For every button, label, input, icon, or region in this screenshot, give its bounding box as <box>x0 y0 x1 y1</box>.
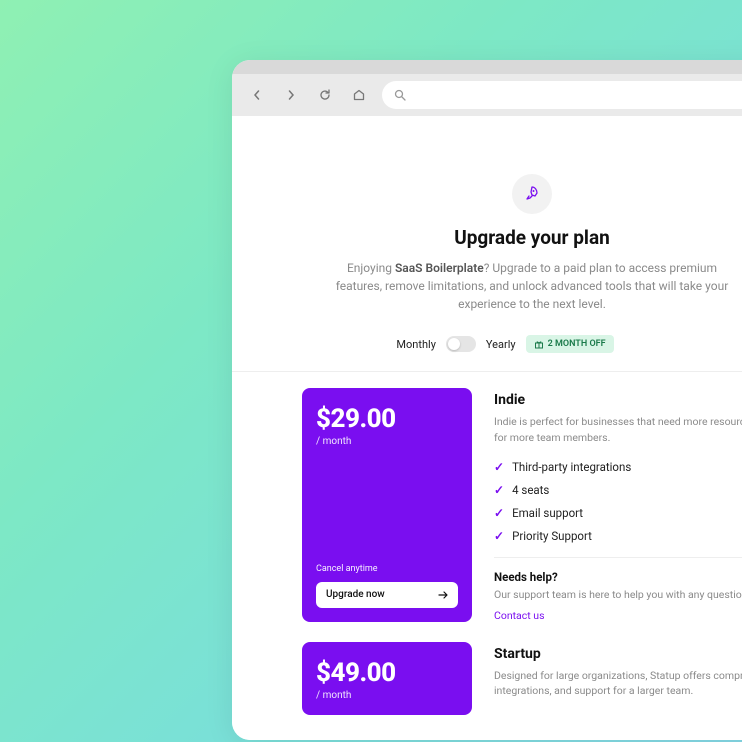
plan-name: Startup <box>494 646 742 662</box>
upgrade-button[interactable]: Upgrade now <box>316 582 458 608</box>
brand-name: SaaS Boilerplate <box>395 261 484 275</box>
forward-button[interactable] <box>280 84 302 106</box>
toggle-knob <box>448 338 460 350</box>
url-bar[interactable] <box>382 81 742 109</box>
window-titlebar <box>232 60 742 74</box>
rocket-badge <box>512 174 552 214</box>
plan-price: $49.00 <box>316 658 458 688</box>
page-subtitle: Enjoying SaaS Boilerplate? Upgrade to a … <box>232 259 742 313</box>
feature-item: ✓Email support <box>494 506 742 520</box>
back-button[interactable] <box>246 84 268 106</box>
promo-badge: 2 MONTH OFF <box>526 335 614 353</box>
plan-details-indie: Indie Indie is perfect for businesses th… <box>494 388 742 622</box>
plans-list: $29.00 / month Cancel anytime Upgrade no… <box>232 372 742 715</box>
chevron-right-icon <box>286 90 296 100</box>
plan-period: / month <box>316 690 458 701</box>
check-icon: ✓ <box>494 483 504 497</box>
check-icon: ✓ <box>494 529 504 543</box>
price-card-startup: $49.00 / month <box>302 642 472 715</box>
reload-button[interactable] <box>314 84 336 106</box>
chevron-left-icon <box>252 90 262 100</box>
yearly-label: Yearly <box>486 338 516 351</box>
cancel-note: Cancel anytime <box>316 564 458 574</box>
page-content: Upgrade your plan Enjoying SaaS Boilerpl… <box>232 116 742 740</box>
feature-item: ✓4 seats <box>494 483 742 497</box>
browser-window: Upgrade your plan Enjoying SaaS Boilerpl… <box>232 60 742 740</box>
rocket-icon <box>523 185 541 203</box>
feature-list: ✓Third-party integrations ✓4 seats ✓Emai… <box>494 460 742 543</box>
search-icon <box>394 89 406 101</box>
plan-price: $29.00 <box>316 404 458 434</box>
billing-toggle[interactable] <box>446 336 476 352</box>
help-text: Our support team is here to help you wit… <box>494 588 742 601</box>
browser-toolbar <box>232 74 742 116</box>
gift-icon <box>534 339 544 349</box>
arrow-right-icon <box>438 591 448 599</box>
plan-description: Indie is perfect for businesses that nee… <box>494 414 742 446</box>
help-title: Needs help? <box>494 570 742 584</box>
check-icon: ✓ <box>494 460 504 474</box>
plan-indie: $29.00 / month Cancel anytime Upgrade no… <box>302 388 742 622</box>
plan-description: Designed for large organizations, Statup… <box>494 668 742 700</box>
contact-link[interactable]: Contact us <box>494 609 742 622</box>
reload-icon <box>318 88 332 102</box>
plan-period: / month <box>316 436 458 447</box>
feature-item: ✓Third-party integrations <box>494 460 742 474</box>
billing-toggle-row: Monthly Yearly 2 MONTH OFF <box>232 335 742 372</box>
home-icon <box>352 88 366 102</box>
check-icon: ✓ <box>494 506 504 520</box>
home-button[interactable] <box>348 84 370 106</box>
page-title: Upgrade your plan <box>232 226 742 249</box>
price-card-indie: $29.00 / month Cancel anytime Upgrade no… <box>302 388 472 622</box>
feature-item: ✓Priority Support <box>494 529 742 543</box>
plan-name: Indie <box>494 392 742 408</box>
monthly-label: Monthly <box>396 338 436 351</box>
plan-startup: $49.00 / month Startup Designed for larg… <box>302 642 742 715</box>
plan-details-startup: Startup Designed for large organizations… <box>494 642 742 715</box>
